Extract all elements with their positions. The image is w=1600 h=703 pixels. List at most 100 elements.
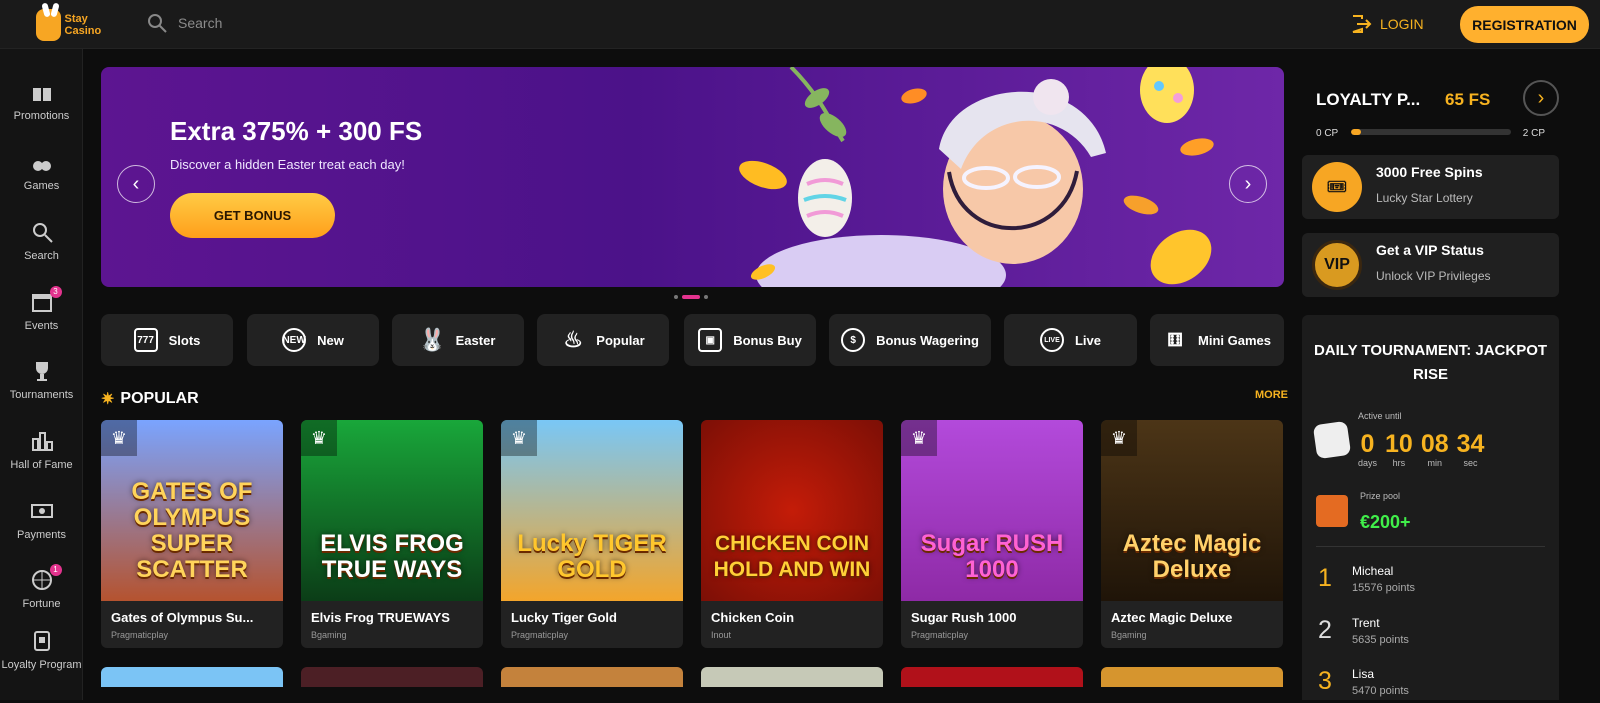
category-label: Live	[1074, 332, 1101, 348]
sidebar-item-hall-of-fame[interactable]: Hall of Fame	[0, 429, 83, 471]
game-card[interactable]: CHICKEN COIN HOLD AND WIN Chicken Coin Ino…	[701, 420, 883, 648]
leaderboard-row: 2 Trent 5635 points	[1318, 612, 1548, 652]
sidebar-item-payments[interactable]: Payments	[0, 499, 83, 541]
banner-pagination	[674, 295, 708, 299]
rabbit-icon: 🐰	[418, 327, 447, 352]
gift-icon: ▣	[698, 328, 723, 352]
logo-text: Stay Casino	[64, 13, 102, 37]
game-thumbnail[interactable]: Sugar RUSH 1000 ♛	[901, 420, 1083, 601]
more-link[interactable]: MORE	[1255, 389, 1288, 401]
minutes-label: min	[1427, 458, 1442, 468]
sidebar-item-games[interactable]: Games	[0, 150, 83, 192]
leaderboard-row: 3 Lisa 5470 points	[1318, 663, 1548, 703]
player-points: 15576 points	[1352, 582, 1415, 594]
game-name: Chicken Coin	[711, 610, 795, 625]
leaderboard-row: 1 Micheal 15576 points	[1318, 560, 1548, 600]
category-bonus-wagering[interactable]: $ Bonus Wagering	[829, 314, 991, 366]
pagination-dot[interactable]	[704, 295, 708, 299]
get-bonus-button[interactable]: GET BONUS	[170, 193, 335, 238]
game-card-partial[interactable]	[901, 667, 1083, 687]
sidebar-item-tournaments[interactable]: Tournaments	[0, 359, 83, 401]
pagination-dot[interactable]	[674, 295, 678, 299]
sidebar-item-promotions[interactable]: Promotions	[0, 80, 83, 122]
calendar-icon: 3	[30, 286, 62, 314]
sidebar-item-loyalty-program[interactable]: Loyalty Program	[0, 629, 83, 672]
cherries-icon	[30, 150, 54, 174]
header-search[interactable]: Search	[146, 12, 222, 34]
search-placeholder: Search	[178, 15, 223, 31]
category-slots[interactable]: 777 Slots	[101, 314, 233, 366]
countdown-minutes: 08 min	[1421, 430, 1449, 468]
game-card[interactable]: Aztec Magic Deluxe ♛ Aztec Magic Deluxe Bga…	[1101, 420, 1283, 648]
game-thumbnail[interactable]: ELVIS FROG TRUE WAYS ♛	[301, 420, 483, 601]
category-new[interactable]: NEW New	[247, 314, 379, 366]
loyalty-progress-to: 2 CP	[1522, 128, 1545, 139]
minutes-value: 08	[1420, 430, 1449, 458]
game-name: Aztec Magic Deluxe	[1111, 610, 1233, 625]
sidebar-item-events[interactable]: 3 Events	[0, 286, 83, 332]
category-popular[interactable]: ♨ Popular	[537, 314, 669, 366]
new-icon: NEW	[282, 328, 307, 352]
game-card[interactable]: Sugar RUSH 1000 ♛ Sugar Rush 1000 Pragmatic…	[901, 420, 1083, 648]
loyalty-open-button[interactable]: ›	[1523, 80, 1559, 116]
login-button[interactable]: LOGIN	[1350, 13, 1424, 35]
category-label: Popular	[596, 332, 645, 348]
banner-next-button[interactable]: ›	[1229, 165, 1267, 203]
ticket-icon: 🎟	[1312, 162, 1362, 212]
free-spins-promo-card[interactable]: 🎟 3000 Free Spins Lucky Star Lottery	[1302, 155, 1559, 219]
game-thumbnail[interactable]: Lucky TIGER GOLD ♛	[501, 420, 683, 601]
vip-status-promo-card[interactable]: VIP Get a VIP Status Unlock VIP Privileg…	[1302, 233, 1559, 297]
trophy-icon: ♛	[501, 420, 537, 456]
game-card[interactable]: Lucky TIGER GOLD ♛ Lucky Tiger Gold Pragmat…	[501, 420, 683, 648]
vip-icon: VIP	[1312, 240, 1362, 290]
category-label: Easter	[455, 332, 496, 348]
events-badge: 3	[49, 286, 62, 298]
game-card-partial[interactable]	[701, 667, 883, 687]
category-label: Mini Games	[1198, 332, 1271, 348]
sidebar-item-fortune[interactable]: 1 Fortune	[0, 564, 83, 610]
category-mini-games[interactable]: ⚅ Mini Games	[1150, 314, 1284, 366]
game-art-title: GATES OF OLYMPUS SUPER SCATTER	[131, 478, 253, 583]
stay-casino-logo[interactable]: Stay Casino	[36, 7, 116, 43]
promo-banner[interactable]: Extra 375% + 300 FS Discover a hidden Ea…	[101, 67, 1284, 287]
hours-label: hrs	[1392, 458, 1406, 468]
game-provider: Pragmaticplay	[511, 630, 569, 640]
category-bonus-buy[interactable]: ▣ Bonus Buy	[684, 314, 816, 366]
category-label: Bonus Wagering	[876, 332, 979, 348]
game-card[interactable]: GATES OF OLYMPUS SUPER SCATTER ♛ Gates of …	[101, 420, 283, 648]
game-card-partial[interactable]	[101, 667, 283, 687]
wheel-icon: 1	[30, 564, 62, 592]
sidebar-item-label: Events	[24, 320, 59, 332]
loyalty-icon	[30, 629, 54, 653]
game-thumbnail[interactable]: CHICKEN COIN HOLD AND WIN	[701, 420, 883, 601]
sidebar-item-search[interactable]: Search	[0, 220, 83, 262]
game-card-partial[interactable]	[1101, 667, 1283, 687]
player-points: 5635 points	[1352, 634, 1409, 646]
trophy-icon	[30, 359, 54, 383]
game-card[interactable]: ELVIS FROG TRUE WAYS ♛ Elvis Frog TRUEWAYS…	[301, 420, 483, 648]
sidebar-item-label: Tournaments	[9, 389, 74, 401]
game-card-partial[interactable]	[501, 667, 683, 687]
loyalty-progress-fill	[1351, 129, 1361, 135]
game-card-partial[interactable]	[301, 667, 483, 687]
player-name: Trent	[1352, 616, 1380, 630]
category-label: Slots	[168, 332, 201, 348]
category-live[interactable]: LIVE Live	[1004, 314, 1137, 366]
game-thumbnail[interactable]: Aztec Magic Deluxe ♛	[1101, 420, 1283, 601]
game-art-title: ELVIS FROG TRUE WAYS	[320, 530, 464, 583]
banner-prev-button[interactable]: ‹	[117, 165, 155, 203]
promo-title: 3000 Free Spins	[1376, 164, 1483, 180]
category-easter[interactable]: 🐰 Easter	[392, 314, 524, 366]
game-provider: Inout	[711, 630, 732, 640]
category-label: New	[317, 332, 344, 348]
banner-title: Extra 375% + 300 FS	[170, 116, 423, 146]
seconds-label: sec	[1463, 458, 1478, 468]
loyalty-progress-bar	[1351, 129, 1511, 135]
tournament-divider	[1316, 546, 1545, 547]
sidebar-item-label: Hall of Fame	[10, 459, 73, 471]
pagination-dot-active[interactable]	[682, 295, 700, 299]
sidebar-item-label: Fortune	[22, 598, 61, 610]
game-thumbnail[interactable]: GATES OF OLYMPUS SUPER SCATTER ♛	[101, 420, 283, 601]
tournament-countdown: 0 days 10 hrs 08 min 34 sec	[1358, 430, 1484, 468]
registration-button[interactable]: REGISTRATION	[1460, 6, 1589, 43]
